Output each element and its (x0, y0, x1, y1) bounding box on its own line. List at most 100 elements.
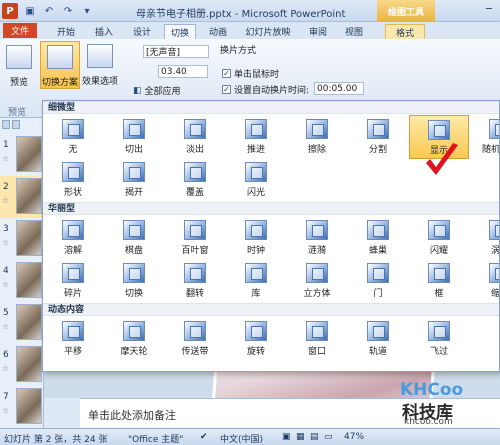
transition-option[interactable]: 立方体 (287, 259, 347, 303)
transition-option[interactable]: 切出 (104, 115, 164, 159)
transition-thumbnail-icon (367, 119, 389, 139)
slide-thumbnail-pane: 1 ☆ 2 ☆ 3 ☆ 4 ☆ 5 ☆ 6 ☆ 7 ☆ (0, 118, 44, 428)
effect-options-button[interactable]: 效果选项 (82, 41, 118, 87)
transition-option[interactable]: 旋转 (226, 317, 286, 361)
slide-thumb-row[interactable]: 1 ☆ (0, 134, 44, 176)
slide-thumb-row-selected[interactable]: 2 ☆ (0, 176, 44, 218)
transition-option[interactable]: 库 (226, 259, 286, 303)
transition-option[interactable]: 框 (409, 259, 469, 303)
transition-option[interactable]: 棋盘 (104, 216, 164, 260)
spellcheck-icon[interactable]: ✔ (200, 432, 208, 442)
transition-option[interactable]: 时钟 (226, 216, 286, 260)
transition-option[interactable]: 摩天轮 (104, 317, 164, 361)
language: 中文(中国) (220, 435, 264, 445)
transition-option[interactable]: 切换 (104, 259, 164, 303)
view-sorter-icon[interactable]: ▦ (296, 432, 305, 442)
transition-option[interactable]: 蜂巢 (348, 216, 408, 260)
transition-option[interactable]: 缩放 (470, 259, 499, 303)
preview-button[interactable]: 预览 (4, 45, 34, 88)
slide-thumb-row[interactable]: 3 ☆ (0, 218, 44, 260)
slides-tab-icon[interactable] (2, 120, 10, 129)
tab-design[interactable]: 设计 (128, 24, 156, 39)
slide-thumb-row[interactable]: 7 ☆ (0, 386, 44, 428)
transition-thumbnail-icon (62, 321, 84, 341)
tab-transitions[interactable]: 切换 (164, 24, 196, 40)
watermark: KHCoo 科技库 khcoo.com (400, 380, 498, 428)
tab-insert[interactable]: 插入 (90, 24, 118, 39)
outline-tab-icon[interactable] (12, 120, 20, 129)
transition-option[interactable]: 平移 (43, 317, 103, 361)
transition-thumbnail-icon (62, 220, 84, 240)
transition-option-label: 门 (373, 289, 383, 299)
transition-option[interactable]: 涡流 (470, 216, 499, 260)
transition-option[interactable]: 闪光 (226, 158, 286, 202)
duration-field[interactable]: 03.40 (158, 65, 208, 78)
title-bar: P ▣ ↶ ↷ ▾ 母亲节电子相册.pptx - Microsoft Power… (0, 0, 500, 22)
tab-file[interactable]: 文件 (3, 23, 37, 38)
view-reading-icon[interactable]: ▤ (310, 432, 319, 442)
view-normal-icon[interactable]: ▣ (282, 432, 291, 442)
auto-advance-checkbox[interactable]: ✓ 设置自动换片时间: (222, 83, 309, 96)
slide-thumb-row[interactable]: 4 ☆ (0, 260, 44, 302)
transition-option-label: 涟漪 (307, 246, 326, 256)
transition-option[interactable]: 淡出 (165, 115, 225, 159)
tab-review[interactable]: 审阅 (304, 24, 332, 39)
transition-option[interactable]: 窗口 (287, 317, 347, 361)
slide-thumbnail (16, 178, 42, 214)
transition-option[interactable]: 覆盖 (165, 158, 225, 202)
transition-option[interactable]: 飞过 (409, 317, 469, 361)
auto-advance-time-field[interactable]: 00:05.00 (314, 82, 364, 95)
transition-option-label: 闪耀 (429, 246, 448, 256)
pane-tabs (0, 118, 43, 132)
transition-option[interactable]: 推进 (226, 115, 286, 159)
redo-icon[interactable]: ↷ (61, 4, 75, 18)
transition-option[interactable]: 揭开 (104, 158, 164, 202)
on-click-checkbox[interactable]: ✓ 单击鼠标时 (222, 67, 279, 80)
transition-option[interactable]: 溶解 (43, 216, 103, 260)
transition-scheme-icon (47, 45, 73, 69)
undo-icon[interactable]: ↶ (42, 4, 56, 18)
transition-option-label: 摩天轮 (120, 347, 148, 357)
transition-option[interactable]: 轨道 (348, 317, 408, 361)
transition-option[interactable]: 百叶窗 (165, 216, 225, 260)
tab-home[interactable]: 开始 (52, 24, 80, 39)
transition-option[interactable]: 涟漪 (287, 216, 347, 260)
customize-qat-icon[interactable]: ▾ (80, 4, 94, 18)
tab-view[interactable]: 视图 (340, 24, 368, 39)
section-heading-exciting: 华丽型 (43, 202, 499, 215)
transition-option[interactable]: 分割 (348, 115, 408, 159)
minimize-button[interactable]: ─ (478, 0, 500, 18)
transition-thumbnail-icon (306, 263, 328, 283)
transition-option[interactable]: 形状 (43, 158, 103, 202)
transition-thumbnail-icon (123, 263, 145, 283)
preview-group-label: 预览 (8, 108, 27, 118)
transition-option[interactable]: 擦除 (287, 115, 347, 159)
transition-scheme-label: 切换方案 (41, 78, 78, 88)
transition-thumbnail-icon (367, 220, 389, 240)
transition-scheme-button[interactable]: 切换方案 (40, 41, 80, 89)
transition-option[interactable]: 传送带 (165, 317, 225, 361)
effect-options-label: 效果选项 (82, 77, 119, 87)
transition-option[interactable]: 碎片 (43, 259, 103, 303)
transition-star-icon: ☆ (2, 196, 10, 205)
transition-option[interactable]: 闪耀 (409, 216, 469, 260)
slide-number: 3 (3, 224, 9, 234)
tab-slideshow[interactable]: 幻灯片放映 (240, 24, 296, 39)
save-icon[interactable]: ▣ (23, 4, 37, 18)
transition-option[interactable]: 无 (43, 115, 103, 159)
transition-option[interactable]: 门 (348, 259, 408, 303)
view-slideshow-icon[interactable]: ▭ (324, 432, 333, 442)
slide-thumb-row[interactable]: 6 ☆ (0, 344, 44, 386)
transition-option[interactable]: 翻转 (165, 259, 225, 303)
on-click-label: 单击鼠标时 (234, 70, 280, 80)
transition-option-label: 百叶窗 (181, 246, 209, 256)
tab-format[interactable]: 格式 (385, 24, 425, 39)
slide-thumb-row[interactable]: 5 ☆ (0, 302, 44, 344)
powerpoint-app-icon[interactable]: P (2, 3, 18, 19)
transition-thumbnail-icon (184, 220, 206, 240)
tab-animations[interactable]: 动画 (204, 24, 232, 39)
transition-star-icon: ☆ (2, 364, 10, 373)
transition-option[interactable]: 随机线条 (470, 115, 499, 159)
sound-dropdown[interactable]: [无声音] (143, 45, 209, 58)
apply-all-button[interactable]: ◧ 全部应用 (133, 84, 181, 98)
